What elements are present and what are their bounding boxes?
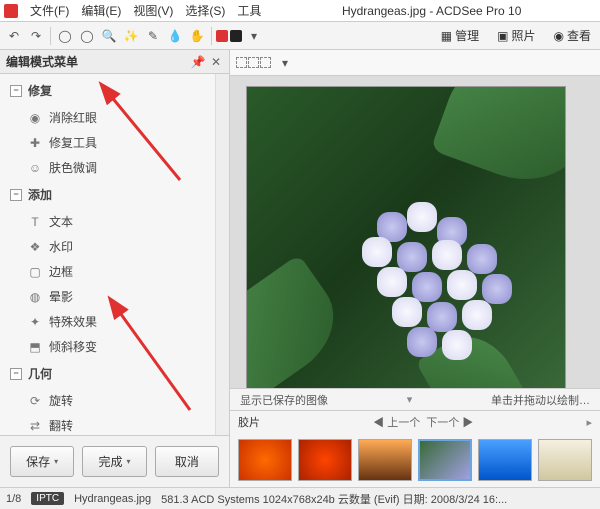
thumb-5[interactable] (478, 439, 532, 481)
tab-manage[interactable]: ▦管理 (436, 24, 484, 47)
dropdown-icon[interactable]: ▾ (244, 26, 264, 46)
menubar: 文件(F) 编辑(E) 视图(V) 选择(S) 工具 Hydrangeas.jp… (0, 0, 600, 22)
collapse-icon: − (10, 368, 22, 380)
sidebar-body: − 修复 ◉消除红眼 ✚修复工具 ☺肤色微调 − 添加 T文本 ❖水印 ▢边框 … (0, 74, 229, 435)
filmstrip-nav: ◀ 上一个 下一个 ▶ (373, 414, 473, 430)
redo-icon[interactable]: ↷ (26, 26, 46, 46)
thumb-6[interactable] (538, 439, 592, 481)
image-info-bar: 显示已保存的图像 ▾ 单击并拖动以绘制… (230, 388, 600, 410)
thumb-3[interactable] (358, 439, 412, 481)
fx-icon: ✦ (28, 315, 42, 329)
group-add[interactable]: − 添加 (0, 180, 229, 209)
save-button[interactable]: 保存▾ (10, 446, 74, 477)
thumb-4[interactable] (418, 439, 472, 481)
flip-icon: ⇄ (28, 419, 42, 433)
sidebar-scrollbar[interactable] (215, 74, 229, 435)
item-tiltshift[interactable]: ⬒倾斜移变 (0, 334, 229, 359)
nav-prev-button[interactable]: ◀ 上一个 (373, 414, 420, 430)
item-text[interactable]: T文本 (0, 209, 229, 234)
text-icon: T (28, 215, 42, 229)
wand-icon[interactable]: ✨ (121, 26, 141, 46)
done-button[interactable]: 完成▾ (82, 446, 146, 477)
close-icon[interactable]: ✕ (209, 55, 223, 69)
item-vignette[interactable]: ◍晕影 (0, 284, 229, 309)
item-skintone[interactable]: ☺肤色微调 (0, 155, 229, 180)
status-filename: Hydrangeas.jpg (74, 493, 151, 505)
sidebar-title: 编辑模式菜单 (6, 53, 78, 70)
menu-file[interactable]: 文件(F) (24, 0, 75, 21)
selection-tools[interactable] (236, 57, 271, 68)
menu-edit[interactable]: 编辑(E) (75, 0, 127, 21)
brush-icon[interactable]: ✎ (143, 26, 163, 46)
menu-view[interactable]: 视图(V) (127, 0, 179, 21)
tab-photo[interactable]: ▣照片 (492, 24, 540, 47)
circle2-icon[interactable]: ◯ (77, 26, 97, 46)
photo-icon: ▣ (497, 29, 508, 43)
watermark-icon: ❖ (28, 240, 42, 254)
tab-view[interactable]: ◉查看 (549, 24, 597, 47)
content-toolbar: ▾ (230, 50, 600, 76)
statusbar: 1/8 IPTC Hydrangeas.jpg 581.3 ACD System… (0, 487, 600, 509)
image-canvas[interactable] (230, 76, 600, 388)
group-repair[interactable]: − 修复 (0, 76, 229, 105)
swatch-black-icon[interactable] (230, 30, 242, 42)
rotate-icon: ⟳ (28, 394, 42, 408)
window-title: Hydrangeas.jpg - ACDSee Pro 10 (267, 4, 596, 18)
filmstrip-label: 胶片 (238, 414, 260, 430)
thumb-1[interactable] (238, 439, 292, 481)
item-flip[interactable]: ⇄翻转 (0, 413, 229, 435)
face-icon: ☺ (28, 161, 42, 175)
undo-icon[interactable]: ↶ (4, 26, 24, 46)
eye-icon: ◉ (28, 111, 42, 125)
preview-image (246, 86, 566, 388)
border-icon: ▢ (28, 265, 42, 279)
eyedropper-icon[interactable]: 💧 (165, 26, 185, 46)
item-watermark[interactable]: ❖水印 (0, 234, 229, 259)
group-geometry[interactable]: − 几何 (0, 359, 229, 388)
draw-hint: 单击并拖动以绘制… (491, 392, 590, 408)
dropdown2-icon[interactable]: ▾ (275, 53, 295, 73)
filmstrip (230, 433, 600, 487)
tiltshift-icon: ⬒ (28, 340, 42, 354)
sidebar-buttons: 保存▾ 完成▾ 取消 (0, 435, 229, 487)
collapse-icon: − (10, 85, 22, 97)
toolbar: ↶ ↷ ◯ ◯ 🔍 ✨ ✎ 💧 ✋ ▾ ▦管理 ▣照片 ◉查看 (0, 22, 600, 50)
item-repair-tool[interactable]: ✚修复工具 (0, 130, 229, 155)
vignette-icon: ◍ (28, 290, 42, 304)
saved-image-label[interactable]: 显示已保存的图像 (240, 392, 328, 408)
status-chip: IPTC (31, 492, 64, 505)
item-border[interactable]: ▢边框 (0, 259, 229, 284)
item-redeye[interactable]: ◉消除红眼 (0, 105, 229, 130)
thumb-2[interactable] (298, 439, 352, 481)
filmstrip-area: 胶片 ◀ 上一个 下一个 ▶ ▸ (230, 410, 600, 487)
main: 编辑模式菜单 📌 ✕ − 修复 ◉消除红眼 ✚修复工具 ☺肤色微调 − 添加 T… (0, 50, 600, 487)
app-logo (4, 4, 18, 18)
pin-icon[interactable]: 📌 (191, 55, 205, 69)
filmstrip-close-icon[interactable]: ▸ (586, 416, 592, 429)
swatch-red-icon[interactable] (216, 30, 228, 42)
status-info: 581.3 ACD Systems 1024x768x24b 云数量 (Evif… (161, 491, 507, 507)
magnify-icon[interactable]: 🔍 (99, 26, 119, 46)
menu-select[interactable]: 选择(S) (179, 0, 231, 21)
sidebar-header: 编辑模式菜单 📌 ✕ (0, 50, 229, 74)
status-page: 1/8 (6, 493, 21, 505)
cancel-button[interactable]: 取消 (155, 446, 219, 477)
circle-icon[interactable]: ◯ (55, 26, 75, 46)
edit-sidebar: 编辑模式菜单 📌 ✕ − 修复 ◉消除红眼 ✚修复工具 ☺肤色微调 − 添加 T… (0, 50, 230, 487)
eye-icon: ◉ (554, 29, 564, 43)
item-rotate[interactable]: ⟳旋转 (0, 388, 229, 413)
collapse-icon: − (10, 189, 22, 201)
grid-icon: ▦ (441, 29, 452, 43)
bandage-icon: ✚ (28, 136, 42, 150)
menu-tools[interactable]: 工具 (231, 0, 267, 21)
content-area: ▾ (230, 50, 600, 487)
hand-icon[interactable]: ✋ (187, 26, 207, 46)
item-effects[interactable]: ✦特殊效果 (0, 309, 229, 334)
nav-next-button[interactable]: 下一个 ▶ (426, 414, 473, 430)
